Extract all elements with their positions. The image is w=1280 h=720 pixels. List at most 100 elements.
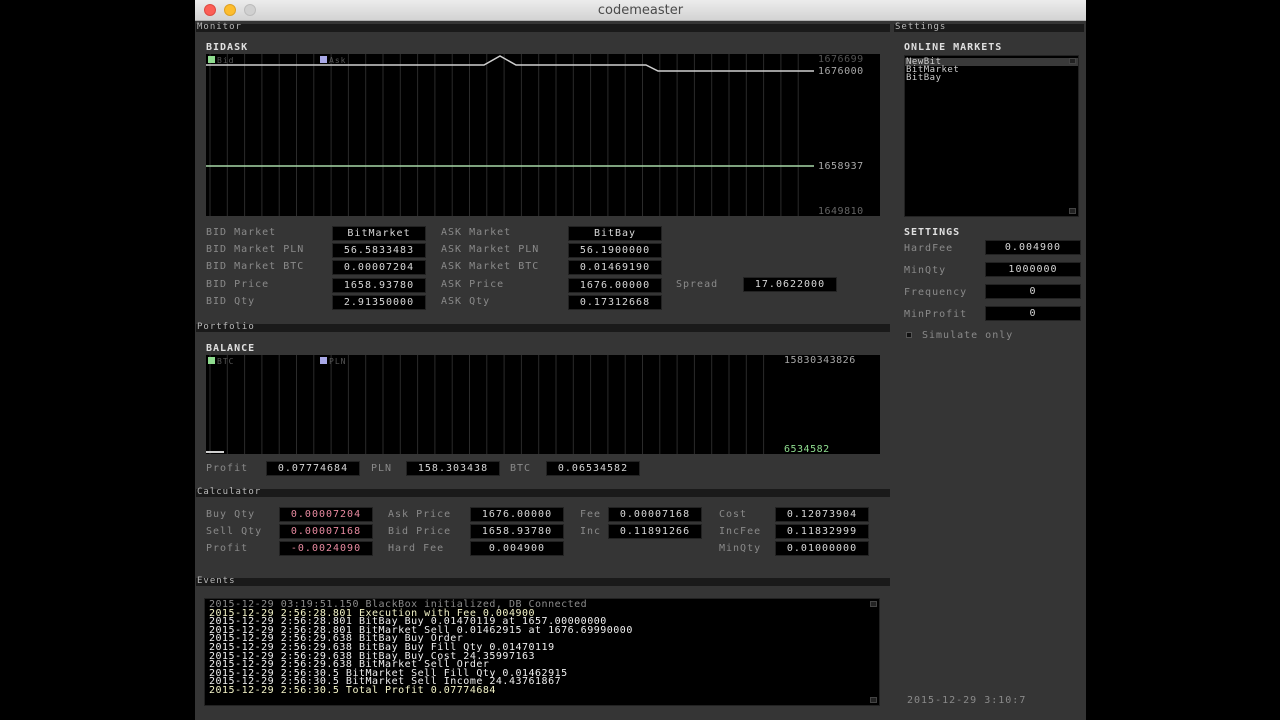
title-bar: codemeaster — [195, 0, 1086, 21]
portfolio-section-title: Portfolio — [197, 322, 255, 332]
calc-cost-label: Cost — [719, 509, 748, 520]
calc-minqty-label: MinQty — [719, 543, 762, 554]
calc-inc-value: 0.11891266 — [608, 524, 702, 539]
settings-section-bar: Settings — [894, 22, 1084, 32]
bid-market-value: BitMarket — [332, 226, 426, 241]
bidask-y-label-max: 1676699 — [818, 54, 864, 65]
balance-y-label-top: 15830343826 — [784, 355, 856, 366]
calculator-section-bar: Calculator — [196, 487, 890, 497]
ask-qty-value: 0.17312668 — [568, 295, 662, 310]
calc-hard-fee-value: 0.004900 — [470, 541, 564, 556]
calc-buy-qty-value: 0.00007204 — [279, 507, 373, 522]
settings-section-title: Settings — [895, 22, 947, 32]
calc-sell-qty-value: 0.00007168 — [279, 524, 373, 539]
calc-profit-value: -0.0024090 — [279, 541, 373, 556]
bid-market-pln-label: BID Market PLN — [206, 244, 305, 255]
btc-legend-swatch — [208, 357, 215, 364]
bid-legend-label: Bid — [217, 56, 235, 65]
frequency-label: Frequency — [904, 287, 968, 298]
settings-title: SETTINGS — [904, 227, 961, 238]
monitor-section-bar: Monitor — [196, 22, 890, 32]
calc-bid-price-value: 1658.93780 — [470, 524, 564, 539]
calc-incfee-label: IncFee — [719, 526, 762, 537]
ask-price-value: 1676.00000 — [568, 278, 662, 293]
ask-market-pln-label: ASK Market PLN — [441, 244, 540, 255]
ask-legend-label: Ask — [329, 56, 347, 65]
bid-price-value: 1658.93780 — [332, 278, 426, 293]
minqty-label: MinQty — [904, 265, 947, 276]
calc-ask-price-value: 1676.00000 — [470, 507, 564, 522]
calc-incfee-value: 0.11832999 — [775, 524, 869, 539]
balance-chart-svg — [206, 355, 765, 454]
minprofit-input[interactable]: 0 — [985, 306, 1081, 321]
spread-value: 17.0622000 — [743, 277, 837, 292]
bidask-chart-svg — [206, 54, 814, 216]
portfolio-pln-label: PLN — [371, 463, 393, 474]
calc-cost-value: 0.12073904 — [775, 507, 869, 522]
balance-y-label-bottom: 6534582 — [784, 444, 830, 455]
bid-market-btc-value: 0.00007204 — [332, 260, 426, 275]
events-log[interactable]: 2015-12-29 03:19:51.150 BlackBox initial… — [204, 598, 880, 706]
bidask-title: BIDASK — [206, 42, 249, 53]
portfolio-section-bar: Portfolio — [196, 322, 890, 332]
minprofit-label: MinProfit — [904, 309, 968, 320]
bid-qty-value: 2.91350000 — [332, 295, 426, 310]
portfolio-pln-value: 158.303438 — [406, 461, 500, 476]
events-scroll-down[interactable] — [870, 697, 877, 703]
ask-qty-label: ASK Qty — [441, 296, 491, 307]
ask-market-btc-value: 0.01469190 — [568, 260, 662, 275]
calc-ask-price-label: Ask Price — [388, 509, 452, 520]
ask-legend-swatch — [320, 56, 327, 63]
ask-market-label: ASK Market — [441, 227, 512, 238]
markets-scroll-up[interactable] — [1069, 58, 1076, 64]
clock-display: 2015-12-29 3:10:7 — [907, 695, 1027, 706]
calc-fee-value: 0.00007168 — [608, 507, 702, 522]
minqty-input[interactable]: 1000000 — [985, 262, 1081, 277]
pln-legend-swatch — [320, 357, 327, 364]
calculator-section-title: Calculator — [197, 487, 262, 497]
calc-buy-qty-label: Buy Qty — [206, 509, 256, 520]
calc-minqty-value: 0.01000000 — [775, 541, 869, 556]
portfolio-btc-value: 0.06534582 — [546, 461, 640, 476]
simulate-only-checkbox[interactable] — [906, 332, 912, 338]
bidask-y-label-min: 1649810 — [818, 206, 864, 217]
simulate-only-label: Simulate only — [922, 330, 1014, 341]
calc-hard-fee-label: Hard Fee — [388, 543, 445, 554]
bid-market-btc-label: BID Market BTC — [206, 261, 305, 272]
portfolio-btc-label: BTC — [510, 463, 532, 474]
ask-series-line — [206, 55, 814, 72]
btc-legend-label: BTC — [217, 357, 235, 366]
online-markets-list[interactable]: NewBit BitMarket BitBay — [904, 55, 1079, 217]
events-list: 2015-12-29 03:19:51.150 BlackBox initial… — [209, 600, 875, 696]
ask-price-label: ASK Price — [441, 279, 505, 290]
bid-market-pln-value: 56.5833483 — [332, 243, 426, 258]
markets-scroll-down[interactable] — [1069, 208, 1076, 214]
monitor-section-title: Monitor — [197, 22, 242, 32]
bidask-y-label-bid: 1658937 — [818, 161, 864, 172]
calc-sell-qty-label: Sell Qty — [206, 526, 263, 537]
calc-fee-label: Fee — [580, 509, 602, 520]
bid-price-label: BID Price — [206, 279, 270, 290]
events-scroll-up[interactable] — [870, 601, 877, 607]
ask-market-value: BitBay — [568, 226, 662, 241]
market-item-bitbay[interactable]: BitBay — [905, 74, 1078, 83]
calc-profit-label: Profit — [206, 543, 249, 554]
spread-label: Spread — [676, 279, 719, 290]
bidask-y-label-ask: 1676000 — [818, 66, 864, 77]
bid-market-label: BID Market — [206, 227, 277, 238]
pln-legend-label: PLN — [329, 357, 347, 366]
event-line: 2015-12-29 2:56:30.5 Total Profit 0.0777… — [209, 684, 496, 696]
ask-market-btc-label: ASK Market BTC — [441, 261, 540, 272]
calc-bid-price-label: Bid Price — [388, 526, 452, 537]
hardfee-label: HardFee — [904, 243, 954, 254]
balance-title: BALANCE — [206, 343, 256, 354]
bid-legend-swatch — [208, 56, 215, 63]
bidask-chart: Bid Ask 1676699 1676000 1658937 1649810 — [206, 54, 880, 217]
frequency-input[interactable]: 0 — [985, 284, 1081, 299]
online-markets-title: ONLINE MARKETS — [904, 42, 1003, 53]
balance-chart: BTC PLN 15830343826 6534582 — [206, 355, 880, 455]
bid-qty-label: BID Qty — [206, 296, 256, 307]
calc-inc-label: Inc — [580, 526, 602, 537]
hardfee-input[interactable]: 0.004900 — [985, 240, 1081, 255]
portfolio-profit-value: 0.07774684 — [266, 461, 360, 476]
